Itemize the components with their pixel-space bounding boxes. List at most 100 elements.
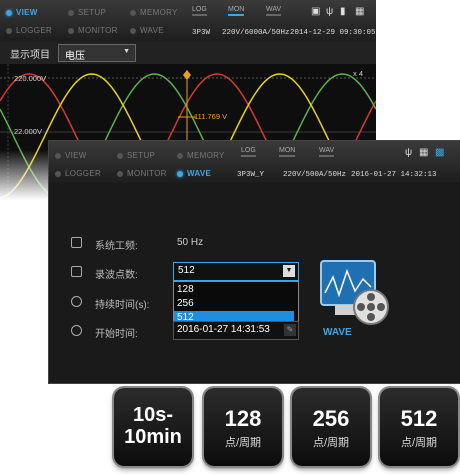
- wave-dot-icon: [177, 170, 183, 177]
- dot-icon: [68, 27, 74, 34]
- badge-256: 256 点/周期: [292, 388, 370, 466]
- battery-icon: ▮: [340, 6, 346, 17]
- lock-icon: ▣: [311, 6, 321, 17]
- front-screen: VIEW SETUP MEMORY LOGGER MONITOR WAVE LO…: [48, 140, 460, 384]
- back-rating: 220V/6000A/50Hz: [222, 29, 290, 37]
- front-mode-monitor[interactable]: MONITOR: [117, 169, 167, 178]
- zoom-label: x 4: [353, 69, 364, 78]
- back-mode-view[interactable]: VIEW: [6, 8, 38, 17]
- dot-icon: [68, 9, 74, 16]
- reel-hole: [367, 293, 375, 301]
- mode-label: MEMORY: [187, 151, 225, 160]
- mode-label: WAVE: [140, 26, 164, 35]
- waveform-icon: [71, 237, 82, 248]
- mode-label: VIEW: [16, 8, 38, 17]
- chevron-down-icon[interactable]: ▼: [283, 265, 295, 277]
- mode-label: SETUP: [78, 8, 107, 17]
- back-wiring: 3P3W: [192, 29, 211, 37]
- front-datetime: 2016-01-27 14:32:13: [351, 171, 437, 179]
- wave-caption: WAVE: [323, 327, 352, 338]
- start-label: 开始时间:: [95, 329, 138, 340]
- reel-hub: [367, 303, 375, 311]
- points-value: 512: [178, 265, 195, 276]
- mode-label: MONITOR: [78, 26, 118, 35]
- badge-number: 256: [312, 406, 350, 431]
- back-mode-setup[interactable]: SETUP: [68, 8, 106, 17]
- back-mode-logger[interactable]: LOGGER: [6, 26, 52, 35]
- badge-number: 128: [224, 406, 262, 431]
- front-mode-logger[interactable]: LOGGER: [55, 169, 101, 178]
- settings-doc-icon: ▩: [435, 147, 445, 158]
- back-display-bar: [0, 42, 376, 64]
- badge-128: 128 点/周期: [204, 388, 282, 466]
- display-item-label: 显示项目: [10, 50, 50, 61]
- front-rating: 220V/500A/50Hz: [283, 171, 347, 179]
- front-mode-setup[interactable]: SETUP: [117, 151, 155, 160]
- front-tab-wav[interactable]: WAV: [319, 147, 335, 157]
- dot-icon: [55, 170, 61, 177]
- mode-label: MONITOR: [127, 169, 167, 178]
- usb-icon: ψ: [405, 147, 413, 158]
- display-item-value: 电压: [65, 51, 85, 62]
- badge-unit: 点/周期: [400, 437, 438, 449]
- cursor-value: 111.769 V: [194, 112, 228, 121]
- chevron-down-icon: ▼: [123, 48, 130, 55]
- badge-duration: 10s- 10min: [114, 388, 192, 466]
- duration-label: 持续时间(s):: [95, 300, 150, 311]
- freq-value: 50 Hz: [177, 237, 204, 248]
- edit-pencil-icon[interactable]: ✎: [284, 324, 296, 336]
- mode-label: LOGGER: [16, 26, 53, 35]
- badge-512: 512 点/周期: [380, 388, 458, 466]
- reel-hole: [367, 313, 375, 321]
- front-mode-memory[interactable]: MEMORY: [177, 151, 225, 160]
- start-clock-icon: [71, 325, 82, 336]
- sd-card-icon: ▦: [419, 147, 429, 158]
- back-tab-wav[interactable]: WAV: [266, 6, 282, 16]
- start-time-value: 2016-01-27 14:31:53: [177, 324, 270, 335]
- dot-icon: [130, 9, 136, 16]
- front-tab-mon[interactable]: MON: [279, 147, 296, 157]
- level-top-label: 220.000V: [14, 74, 47, 83]
- duration-clock-icon: [71, 296, 82, 307]
- dot-icon: [177, 152, 183, 159]
- mode-label: VIEW: [65, 151, 87, 160]
- badge-text: 10s-: [132, 404, 174, 426]
- badge-unit: 点/周期: [312, 437, 350, 449]
- option-128[interactable]: 128: [174, 283, 294, 296]
- badge-text: 10min: [124, 426, 182, 448]
- dot-icon: [117, 152, 123, 159]
- sd-card-icon: ▦: [355, 6, 365, 17]
- freq-label: 系统工频:: [95, 241, 138, 252]
- mode-label: MEMORY: [140, 8, 178, 17]
- front-mode-wave[interactable]: WAVE: [177, 169, 211, 178]
- mode-label: WAVE: [187, 169, 212, 178]
- back-tab-mon[interactable]: MON: [228, 6, 245, 16]
- start-time-field[interactable]: 2016-01-27 14:31:53 ✎: [173, 321, 299, 340]
- back-mode-wave[interactable]: WAVE: [130, 26, 164, 35]
- back-mode-monitor[interactable]: MONITOR: [68, 26, 118, 35]
- front-wiring: 3P3W_Y: [237, 171, 265, 179]
- dot-icon: [55, 152, 61, 159]
- dot-icon: [117, 170, 123, 177]
- level-bottom-label: 22.000V: [14, 127, 42, 136]
- points-select[interactable]: 512 ▼: [173, 262, 299, 281]
- mode-label: SETUP: [127, 151, 156, 160]
- display-item-select[interactable]: 电压 ▼: [58, 44, 136, 62]
- badge-number: 512: [400, 406, 438, 431]
- mode-label: LOGGER: [65, 169, 102, 178]
- back-mode-memory[interactable]: MEMORY: [130, 8, 178, 17]
- back-datetime: 2014-12-29 09:30:05: [290, 29, 376, 37]
- view-dot-icon: [6, 9, 12, 16]
- dot-icon: [130, 27, 136, 34]
- option-256[interactable]: 256: [174, 297, 294, 310]
- points-label: 录波点数:: [95, 270, 138, 281]
- sample-icon: [71, 266, 82, 277]
- back-tab-log[interactable]: LOG: [192, 6, 207, 16]
- front-mode-view[interactable]: VIEW: [55, 151, 87, 160]
- usb-icon: ψ: [326, 6, 334, 17]
- reel-hole: [357, 303, 365, 311]
- reel-hole: [377, 303, 385, 311]
- dot-icon: [6, 27, 12, 34]
- front-tab-log[interactable]: LOG: [241, 147, 256, 157]
- badge-unit: 点/周期: [224, 437, 262, 449]
